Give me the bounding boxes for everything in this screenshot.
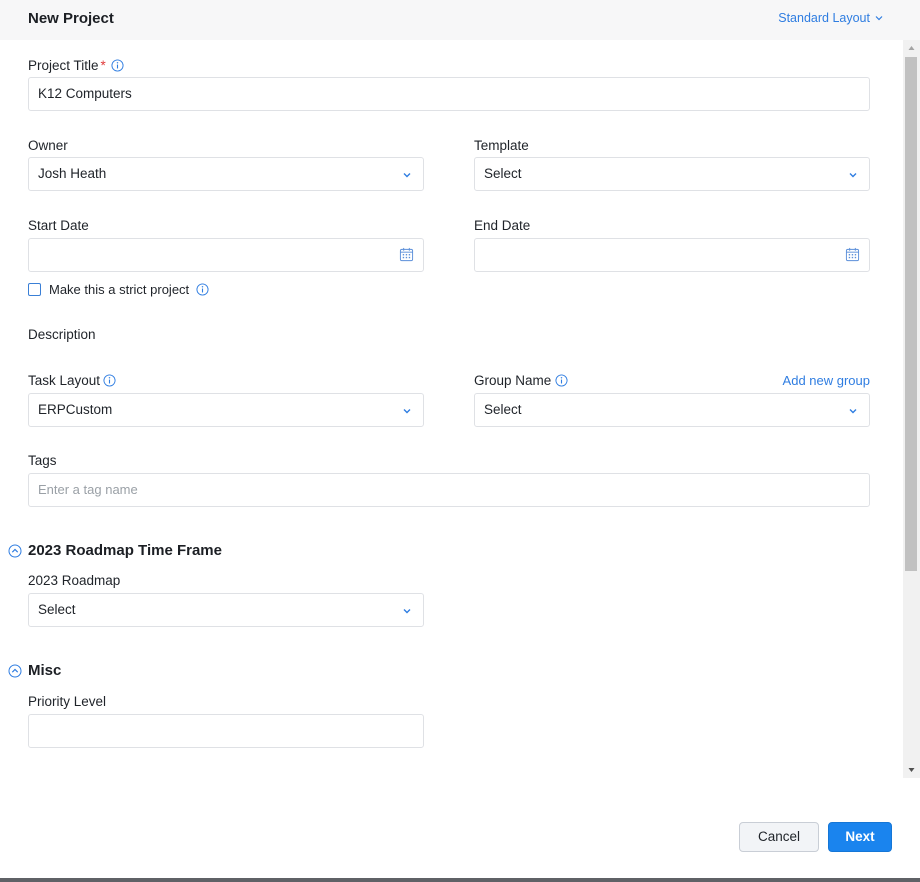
owner-value: Josh Heath	[38, 166, 107, 181]
collapse-up-icon[interactable]	[8, 544, 22, 558]
project-title-label: Project Title *	[28, 58, 106, 73]
project-title-input[interactable]: K12 Computers	[28, 77, 870, 111]
start-date-label: Start Date	[28, 218, 89, 233]
cancel-button[interactable]: Cancel	[739, 822, 819, 852]
info-icon[interactable]	[111, 59, 124, 72]
misc-section-title: Misc	[28, 662, 62, 679]
priority-level-label: Priority Level	[28, 694, 107, 709]
roadmap-select[interactable]: Select	[28, 593, 424, 627]
info-icon[interactable]	[555, 374, 568, 387]
standard-layout-dropdown[interactable]: Standard Layout	[778, 11, 884, 25]
end-date-label: End Date	[474, 218, 531, 233]
scrollbar-thumb[interactable]	[905, 57, 917, 571]
template-select[interactable]: Select	[474, 157, 870, 191]
start-date-input[interactable]	[28, 238, 424, 272]
template-value: Select	[484, 166, 522, 181]
info-icon[interactable]	[103, 374, 116, 387]
calendar-icon[interactable]	[399, 247, 414, 262]
strict-project-label: Make this a strict project	[49, 282, 190, 297]
next-button[interactable]: Next	[828, 822, 892, 852]
new-project-dialog: New Project Standard Layout Project Titl…	[0, 0, 920, 878]
calendar-icon[interactable]	[845, 247, 860, 262]
roadmap-value: Select	[38, 602, 76, 617]
layout-label: Standard Layout	[778, 11, 870, 25]
chevron-down-icon	[849, 409, 857, 414]
chevron-down-icon	[403, 173, 411, 178]
group-name-select[interactable]: Select	[474, 393, 870, 427]
chevron-down-icon	[875, 16, 883, 21]
dialog-header: New Project Standard Layout	[0, 0, 920, 40]
collapse-up-icon[interactable]	[8, 664, 22, 678]
scroll-up-arrow-icon[interactable]	[904, 42, 919, 54]
task-layout-label: Task Layout	[28, 373, 101, 388]
roadmap-section-title: 2023 Roadmap Time Frame	[28, 542, 222, 559]
group-name-value: Select	[484, 402, 522, 417]
group-name-label: Group Name	[474, 373, 552, 388]
tags-label: Tags	[28, 453, 57, 468]
template-label: Template	[474, 138, 529, 153]
required-asterisk: *	[100, 58, 106, 73]
owner-select[interactable]: Josh Heath	[28, 157, 424, 191]
strict-project-checkbox[interactable]	[28, 283, 41, 296]
task-layout-select[interactable]: ERPCustom	[28, 393, 424, 427]
tags-input[interactable]: Enter a tag name	[28, 473, 870, 507]
chevron-down-icon	[849, 173, 857, 178]
owner-label: Owner	[28, 138, 68, 153]
priority-level-input[interactable]	[28, 714, 424, 748]
description-label: Description	[28, 327, 96, 342]
scroll-down-arrow-icon[interactable]	[904, 764, 919, 776]
chevron-down-icon	[403, 609, 411, 614]
end-date-input[interactable]	[474, 238, 870, 272]
chevron-down-icon	[403, 409, 411, 414]
info-icon[interactable]	[196, 283, 209, 296]
roadmap-label: 2023 Roadmap	[28, 573, 121, 588]
task-layout-value: ERPCustom	[38, 402, 113, 417]
dialog-title: New Project	[28, 10, 114, 27]
add-new-group-link[interactable]: Add new group	[783, 373, 870, 388]
